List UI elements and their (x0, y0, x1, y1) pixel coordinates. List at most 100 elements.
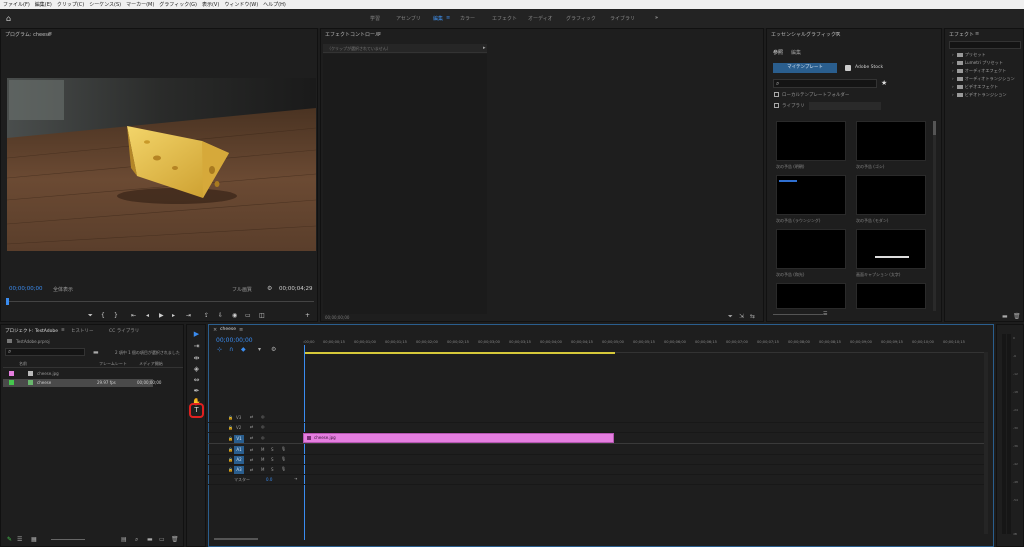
compare-icon[interactable]: ▭ (245, 312, 251, 319)
sync-icon[interactable]: ⇄ (250, 435, 253, 440)
quality-dropdown[interactable]: フル画質 (232, 286, 252, 293)
icon-view-icon[interactable]: ▦ (31, 536, 37, 543)
menu-help[interactable]: ヘルプ(H) (263, 1, 286, 8)
sync-icon[interactable]: ⇄ (250, 424, 253, 429)
mute-icon[interactable]: M (261, 467, 264, 472)
automate-icon[interactable]: ▤ (121, 536, 127, 543)
home-icon[interactable]: ⌂ (6, 14, 15, 23)
delete-icon[interactable]: 🗑 (171, 536, 179, 543)
clip-cheese[interactable]: cheese.jpg (303, 433, 614, 443)
track-a2[interactable]: 🔒 A2 ⇄ M S 🎙 (208, 455, 986, 465)
track-select-tool-icon[interactable]: ⇥ (192, 342, 201, 351)
new-bin-icon[interactable]: ▬ (147, 536, 153, 543)
tab-edit[interactable]: 編集 (791, 49, 801, 56)
table-row[interactable]: cheese 29.97 fps 00;00;00;00 (3, 379, 161, 387)
zoom-slider[interactable] (51, 539, 85, 540)
go-to-out-icon[interactable]: ⇥ (186, 312, 191, 319)
track-label[interactable]: A3 (234, 466, 244, 474)
tab-assembly[interactable]: アセンブリ (396, 15, 421, 22)
list-view-icon[interactable]: ☰ (823, 311, 827, 317)
fx-presets[interactable]: › プリセット (952, 52, 986, 58)
panel-menu-icon[interactable]: ≡ (975, 31, 979, 37)
search-input[interactable]: ⌕ (773, 79, 877, 88)
pen-tool-icon[interactable]: ✒ (192, 387, 201, 396)
track-v2[interactable]: 🔒 V2 ⇄ ◎ (208, 423, 986, 433)
comparison-view-icon[interactable]: ◫ (259, 312, 265, 319)
menu-window[interactable]: ウィンドウ(W) (224, 1, 258, 8)
panel-menu-icon[interactable]: ≡ (61, 328, 65, 333)
tab-history[interactable]: ヒストリー (71, 328, 94, 334)
new-item-icon[interactable]: ▭ (159, 536, 165, 543)
tab-effects[interactable]: エフェクト (492, 15, 517, 22)
track-master[interactable]: マスター 0.0 ⇥ (208, 475, 986, 485)
menu-clip[interactable]: クリップ(C) (57, 1, 84, 8)
timeline-vscroll[interactable] (984, 352, 988, 534)
program-timecode[interactable]: 00;00;00;00 (9, 286, 43, 292)
tab-project[interactable]: プロジェクト: TestAdobe (5, 328, 58, 334)
mic-icon[interactable]: 🎙 (281, 446, 286, 451)
panel-menu-icon[interactable]: ≡ (239, 327, 243, 333)
fx-lumetri-presets[interactable]: › Lumetri プリセット (952, 60, 1003, 66)
razor-tool-icon[interactable]: ◈ (192, 365, 201, 374)
tab-learning[interactable]: 学習 (370, 15, 380, 22)
extract-icon[interactable]: ⇩ (218, 312, 223, 319)
track-v3[interactable]: 🔒 V3 ⇄ ◎ (208, 413, 986, 423)
master-volume[interactable]: 0.0 (266, 477, 272, 482)
mic-icon[interactable]: 🎙 (281, 456, 286, 461)
sync-icon[interactable]: ⇄ (250, 414, 253, 419)
tab-editing[interactable]: 編集 (433, 15, 443, 22)
lock-icon[interactable]: 🔒 (228, 436, 233, 441)
eye-icon[interactable]: ◎ (261, 424, 265, 429)
menu-file[interactable]: ファイル(F) (3, 1, 30, 8)
panel-menu-icon[interactable]: ≡ (48, 31, 52, 37)
loop-icon[interactable]: ⇆ (750, 313, 755, 320)
template-thumb-6[interactable] (856, 229, 926, 269)
panel-menu-icon[interactable]: ≡ (377, 31, 381, 37)
template-thumb-3[interactable] (776, 175, 846, 215)
track-label[interactable]: V1 (234, 435, 244, 443)
fx-video-transitions[interactable]: › ビデオトランジション (952, 92, 1007, 98)
sync-icon[interactable]: ⇄ (250, 447, 253, 452)
track-label[interactable]: A2 (234, 456, 244, 464)
template-thumb-2[interactable] (856, 121, 926, 161)
type-tool-icon[interactable]: T (192, 406, 201, 415)
ripple-edit-tool-icon[interactable]: ⇹ (192, 354, 201, 363)
fit-dropdown[interactable]: 全体表示 (53, 286, 73, 293)
library-dropdown[interactable] (809, 102, 881, 110)
new-bin-icon[interactable]: ▬ (1002, 313, 1008, 320)
solo-icon[interactable]: S (271, 447, 274, 452)
add-marker-icon[interactable]: ◆ (241, 346, 246, 353)
track-a3[interactable]: 🔒 A3 ⇄ M S 🎙 (208, 465, 986, 475)
solo-icon[interactable]: S (271, 467, 274, 472)
menu-edit[interactable]: 編集(E) (35, 1, 52, 8)
export-icon[interactable]: ⇲ (739, 313, 744, 320)
library-checkbox[interactable] (774, 103, 779, 108)
mute-icon[interactable]: M (261, 447, 264, 452)
filter-icon[interactable]: ⏷ (728, 313, 733, 321)
play-icon[interactable]: ▶ (159, 312, 164, 319)
lift-icon[interactable]: ⇪ (204, 312, 209, 319)
snap-icon[interactable]: ⊹ (217, 346, 222, 353)
tab-graphics[interactable]: グラフィック (566, 15, 596, 22)
fx-video-effects[interactable]: › ビデオエフェクト (952, 84, 998, 90)
menu-marker[interactable]: マーカー(M) (126, 1, 154, 8)
project-search-input[interactable]: ⌕ (5, 348, 85, 356)
delete-icon[interactable]: 🗑 (1013, 313, 1021, 320)
col-name[interactable]: 名前 (19, 361, 27, 367)
linked-selection-icon[interactable]: ∩ (229, 346, 233, 353)
sync-icon[interactable]: ⇄ (250, 467, 253, 472)
timeline-title[interactable]: cheese (220, 327, 236, 332)
go-to-in-icon[interactable]: ⇤ (131, 312, 136, 319)
step-forward-icon[interactable]: ▸ (172, 312, 175, 319)
track-a1[interactable]: 🔒 A1 ⇄ M S 🎙 (208, 445, 986, 455)
lock-icon[interactable]: 🔒 (228, 467, 233, 472)
menu-view[interactable]: 表示(V) (202, 1, 219, 8)
template-thumb-1[interactable] (776, 121, 846, 161)
menu-sequence[interactable]: シーケンス(S) (89, 1, 121, 8)
lock-icon[interactable]: 🔒 (228, 425, 233, 430)
lock-icon[interactable]: 🔒 (228, 457, 233, 462)
lock-icon[interactable]: 🔒 (228, 447, 233, 452)
effects-search-input[interactable] (949, 41, 1021, 49)
program-playhead[interactable] (6, 298, 9, 305)
thumb-size-slider[interactable] (773, 314, 823, 315)
